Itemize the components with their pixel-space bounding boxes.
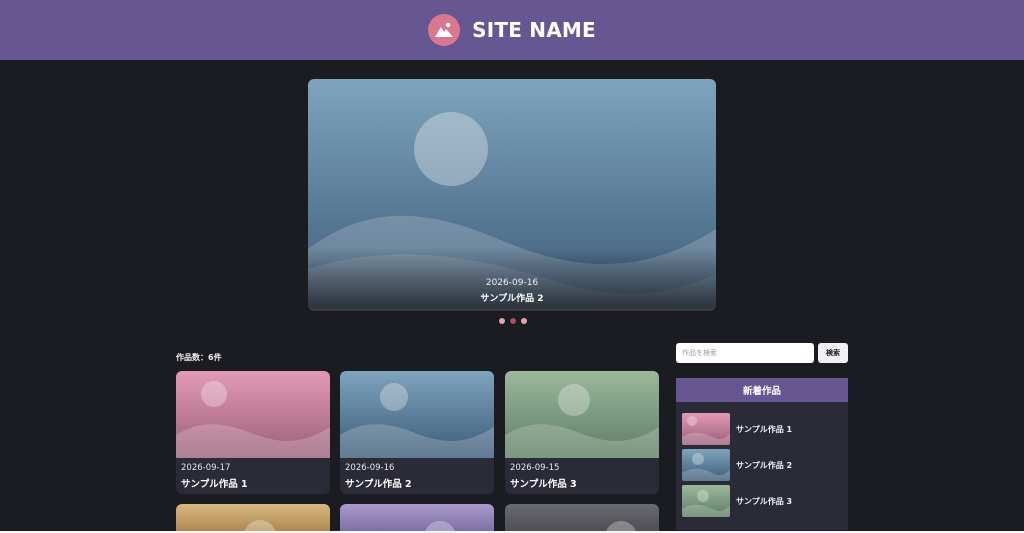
work-title: サンプル作品 1: [181, 479, 248, 490]
work-card[interactable]: 2026-09-15 サンプル作品 3: [505, 371, 659, 494]
work-thumbnail: [176, 371, 330, 458]
carousel-dot-1[interactable]: [499, 318, 505, 324]
site-header: SITE NAME: [0, 0, 1024, 60]
sidebar-item[interactable]: サンプル作品 1: [682, 413, 842, 445]
sidebar-thumbnail: [682, 485, 730, 517]
search-button[interactable]: 検索: [818, 343, 848, 363]
sidebar-item[interactable]: サンプル作品 2: [682, 449, 842, 481]
work-title: サンプル作品 3: [510, 479, 577, 490]
carousel-dot-3[interactable]: [521, 318, 527, 324]
work-date: 2026-09-16: [345, 463, 395, 473]
work-thumbnail: [505, 504, 659, 533]
hero-slide[interactable]: 2026-09-16 サンプル作品 2: [308, 79, 716, 311]
work-card[interactable]: [340, 504, 494, 533]
carousel-dot-2[interactable]: [510, 318, 516, 324]
hero-date: 2026-09-16: [485, 278, 539, 288]
work-thumbnail: [340, 371, 494, 458]
work-card[interactable]: [176, 504, 330, 533]
work-thumbnail: [505, 371, 659, 458]
sidebar-thumbnail: [682, 413, 730, 445]
sidebar-item-label: サンプル作品 1: [736, 424, 793, 434]
works-count: 作品数：6件: [176, 353, 222, 362]
work-date: 2026-09-15: [510, 463, 560, 473]
sidebar-title: 新着作品: [676, 378, 848, 402]
sidebar-item[interactable]: サンプル作品 3: [682, 485, 842, 517]
sidebar-thumbnail: [682, 449, 730, 481]
site-name[interactable]: SITE NAME: [472, 18, 596, 42]
mountain-sun-icon[interactable]: [428, 14, 461, 46]
work-title: サンプル作品 2: [345, 479, 412, 490]
work-card[interactable]: 2026-09-16 サンプル作品 2: [340, 371, 494, 494]
carousel-dots: [499, 318, 527, 324]
work-thumbnail: [176, 504, 330, 533]
work-card[interactable]: 2026-09-17 サンプル作品 1: [176, 371, 330, 494]
search-input[interactable]: [676, 343, 814, 363]
sidebar-item-label: サンプル作品 2: [736, 460, 793, 470]
work-thumbnail: [340, 504, 494, 533]
hero-title: サンプル作品 2: [480, 294, 544, 304]
sidebar-item-label: サンプル作品 3: [736, 496, 793, 506]
work-card[interactable]: [505, 504, 659, 533]
work-date: 2026-09-17: [181, 463, 231, 473]
new-works-sidebar: 新着作品 サンプル作品 1 サンプル作品 2 サンプル作品 3: [676, 378, 848, 530]
